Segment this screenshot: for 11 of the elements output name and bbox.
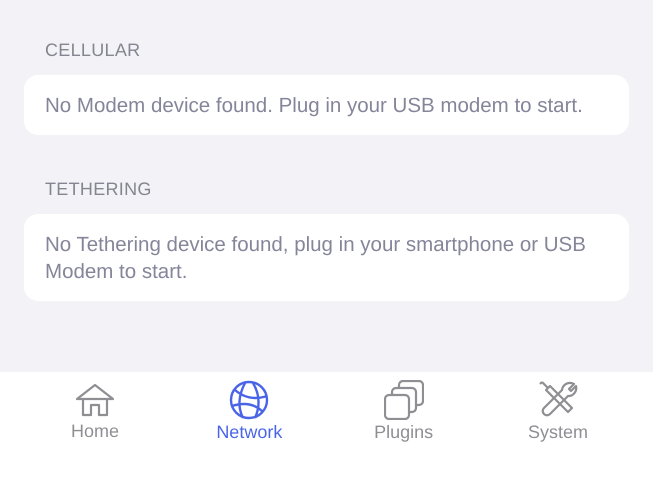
section-header: TETHERING: [45, 179, 153, 200]
home-icon: [75, 382, 115, 416]
tab-bar-item[interactable]: System: [502, 372, 613, 442]
stacked-squares-icon: [384, 380, 424, 420]
message-card: No Tethering device found, plug in your smartphone or USB Modem to start.: [24, 214, 629, 301]
section-header: CELLULAR: [45, 40, 142, 61]
message-card: No Modem device found. Plug in your USB modem to start.: [24, 75, 629, 135]
tab-bar-item[interactable]: Home: [40, 372, 150, 442]
tab-bar-item[interactable]: Plugins: [348, 372, 459, 442]
globe-icon: [229, 380, 270, 420]
tab-bar-item[interactable]: Network: [194, 372, 304, 442]
